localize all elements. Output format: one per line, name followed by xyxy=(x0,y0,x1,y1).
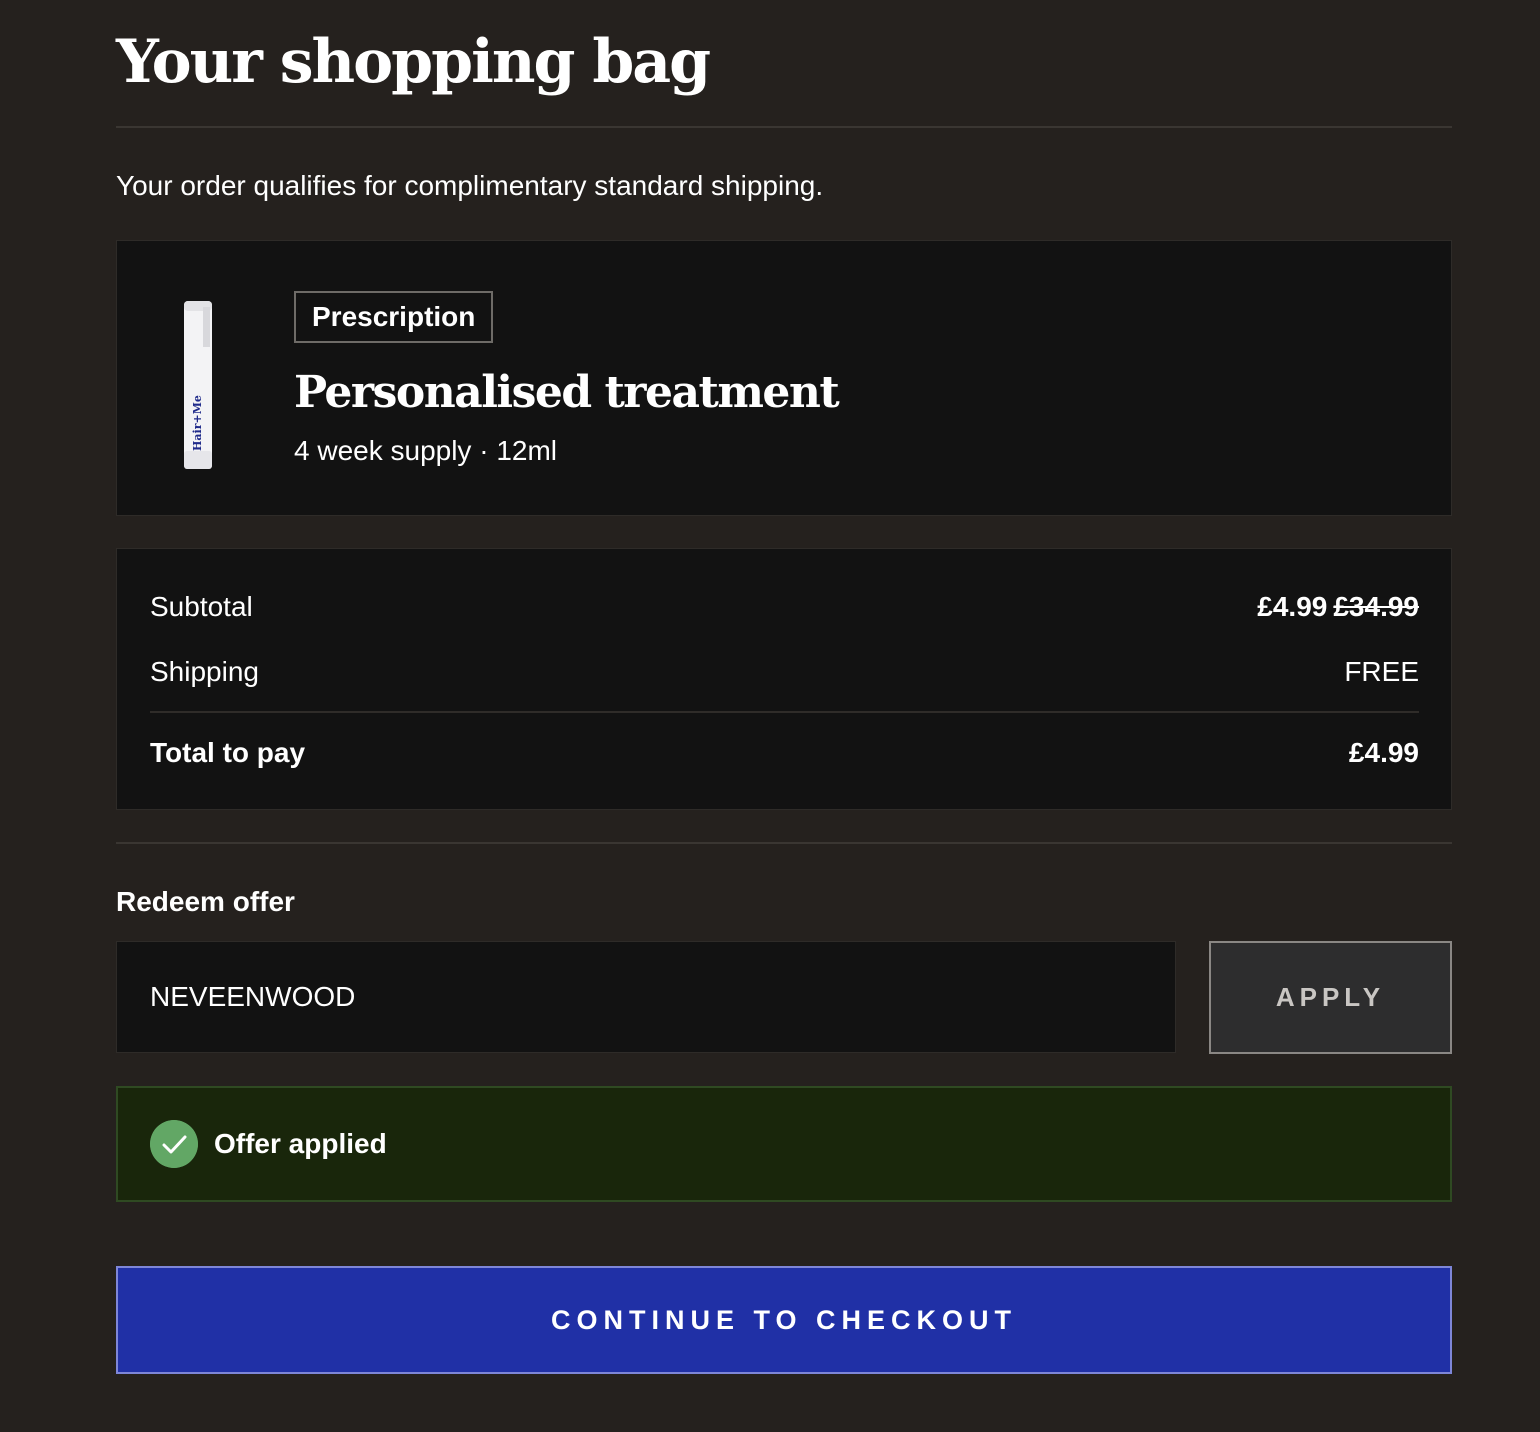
shipping-row: Shipping FREE xyxy=(150,652,1419,692)
summary-divider xyxy=(150,711,1419,713)
offer-code-input[interactable] xyxy=(116,941,1176,1053)
total-label: Total to pay xyxy=(150,737,306,768)
order-summary: Subtotal £4.99 £34.99 Shipping FREE Total… xyxy=(116,548,1452,810)
product-bottle-image: Hair+Me xyxy=(184,301,212,469)
offer-applied-text: Offer applied xyxy=(214,1128,387,1159)
subtotal-label: Subtotal xyxy=(150,591,253,622)
subtotal-value: £4.99 £34.99 xyxy=(1257,587,1419,627)
shipping-note: Your order qualifies for complimentary s… xyxy=(116,170,824,201)
total-row: Total to pay £4.99 xyxy=(150,733,1419,773)
shipping-label: Shipping xyxy=(150,656,259,687)
product-supply-info: 4 week supply · 12ml xyxy=(294,435,558,466)
total-value: £4.99 xyxy=(1348,737,1419,768)
product-name: Personalised treatment xyxy=(294,367,840,418)
check-circle-icon xyxy=(150,1120,198,1168)
page-title: Your shopping bag xyxy=(116,27,711,97)
title-divider xyxy=(116,126,1452,128)
shopping-bag-page: Your shopping bag Your order qualifies f… xyxy=(0,0,1540,1432)
product-brand-text: Hair+Me xyxy=(191,395,204,451)
subtotal-row: Subtotal £4.99 £34.99 xyxy=(150,587,1419,627)
subtotal-price: £4.99 xyxy=(1257,591,1328,622)
prescription-badge: Prescription xyxy=(294,291,494,343)
continue-to-checkout-button[interactable]: CONTINUE TO CHECKOUT xyxy=(116,1266,1452,1374)
apply-button[interactable]: APPLY xyxy=(1209,941,1452,1054)
offer-applied-message: Offer applied xyxy=(116,1086,1452,1202)
product-card: Hair+Me Prescription Personalised treatm… xyxy=(116,240,1452,516)
subtotal-original-price: £34.99 xyxy=(1333,591,1419,622)
offer-divider xyxy=(116,842,1452,844)
redeem-offer-title: Redeem offer xyxy=(116,886,295,917)
shipping-value: FREE xyxy=(1344,656,1419,687)
